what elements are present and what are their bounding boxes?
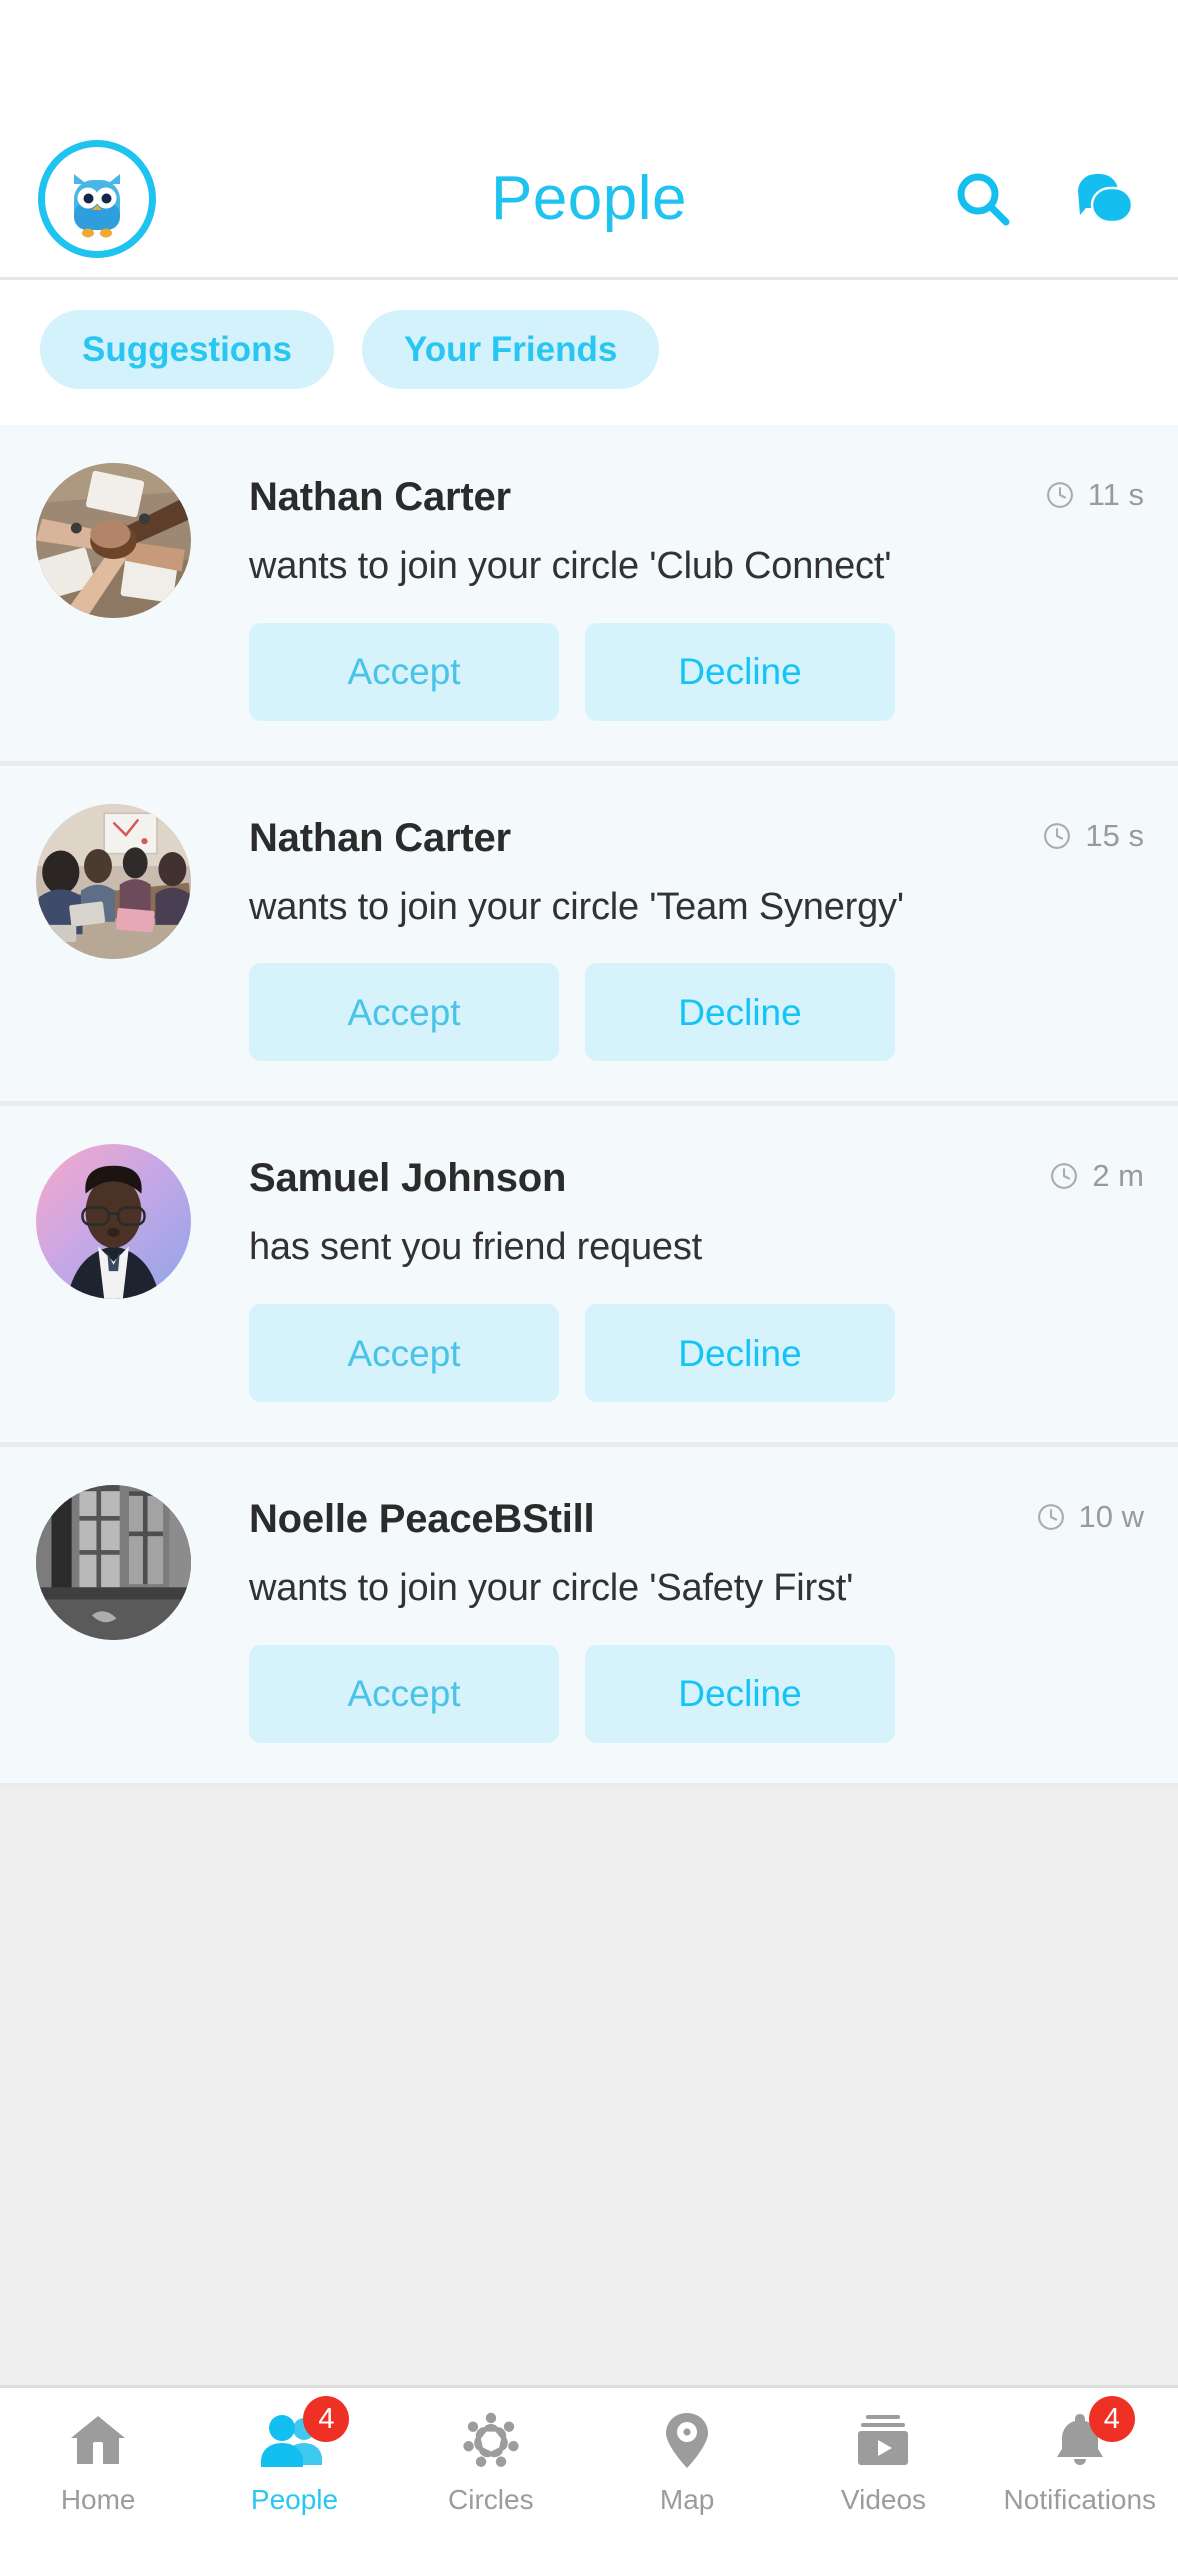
decline-button[interactable]: Decline — [585, 1304, 895, 1403]
app-header: People — [0, 120, 1178, 280]
avatar[interactable] — [36, 463, 191, 618]
nav-item-circles[interactable]: Circles — [393, 2410, 589, 2514]
decline-button[interactable]: Decline — [585, 963, 895, 1062]
requester-name: Samuel Johnson — [249, 1156, 567, 1201]
row-actions: Accept Decline — [249, 1644, 1142, 1743]
avatar[interactable] — [36, 1485, 191, 1641]
clock-icon — [1046, 482, 1073, 508]
accept-button[interactable]: Accept — [249, 963, 559, 1062]
accept-button[interactable]: Accept — [249, 1644, 559, 1743]
chat-bubbles-icon[interactable] — [1066, 162, 1140, 236]
accept-button[interactable]: Accept — [249, 622, 559, 721]
timestamp: 2 m — [1049, 1158, 1144, 1194]
requester-name: Nathan Carter — [249, 815, 511, 860]
row-content: Noelle PeaceBStill wants to join your ci… — [191, 1485, 1142, 1743]
row-actions: Accept Decline — [249, 1304, 1142, 1403]
filter-chips: Suggestions Your Friends — [0, 280, 1178, 425]
table-row[interactable]: Samuel Johnson has sent you friend reque… — [0, 1106, 1178, 1448]
videos-icon — [846, 2410, 920, 2472]
status-badge: 4 — [1088, 2396, 1135, 2442]
nav-item-home[interactable]: Home — [0, 2410, 196, 2514]
bell-icon: 4 — [1043, 2396, 1135, 2472]
nav-label: Videos — [840, 2484, 927, 2515]
clock-icon — [1037, 1504, 1064, 1530]
request-message: wants to join your circle 'Team Synergy' — [249, 885, 904, 928]
timestamp: 11 s — [1045, 477, 1144, 513]
search-icon[interactable] — [946, 162, 1020, 236]
clock-icon — [1044, 822, 1071, 849]
timestamp-text: 10 w — [1078, 1499, 1144, 1535]
nav-label: Circles — [448, 2484, 534, 2515]
chip-your-friends[interactable]: Your Friends — [362, 310, 660, 389]
accept-button[interactable]: Accept — [249, 1304, 559, 1403]
map-pin-icon — [650, 2410, 724, 2472]
request-message: wants to join your circle 'Safety First' — [249, 1567, 854, 1610]
status-badge: 4 — [303, 2396, 350, 2442]
nav-item-videos[interactable]: Videos — [785, 2410, 981, 2514]
decline-button[interactable]: Decline — [585, 1644, 895, 1743]
status-bar — [0, 0, 1178, 120]
nav-item-map[interactable]: Map — [589, 2410, 785, 2514]
chip-suggestions[interactable]: Suggestions — [40, 310, 335, 389]
home-icon — [61, 2410, 135, 2472]
empty-area — [0, 1787, 1178, 2385]
nav-label: Home — [60, 2484, 136, 2515]
row-actions: Accept Decline — [249, 622, 1142, 721]
table-row[interactable]: Nathan Carter wants to join your circle … — [0, 425, 1178, 766]
request-message: has sent you friend request — [249, 1226, 702, 1269]
nav-item-notifications[interactable]: 4 Notifications — [982, 2396, 1178, 2515]
nav-label: Map — [659, 2484, 715, 2515]
timestamp-text: 15 s — [1085, 817, 1144, 853]
nav-label: People — [250, 2484, 339, 2515]
avatar[interactable] — [36, 803, 191, 959]
requester-name: Noelle PeaceBStill — [249, 1497, 595, 1542]
header-actions — [946, 162, 1140, 236]
timestamp-text: 2 m — [1092, 1158, 1144, 1194]
requester-name: Nathan Carter — [249, 475, 511, 519]
row-actions: Accept Decline — [249, 963, 1142, 1062]
bottom-navigation: Home 4 People Circles Map Videos 4 Notif… — [0, 2385, 1178, 2560]
timestamp: 15 s — [1042, 818, 1144, 854]
request-message: wants to join your circle 'Club Connect' — [249, 545, 892, 587]
friend-request-list: Nathan Carter wants to join your circle … — [0, 425, 1178, 1788]
timestamp: 10 w — [1036, 1499, 1144, 1535]
row-content: Samuel Johnson has sent you friend reque… — [191, 1144, 1142, 1403]
decline-button[interactable]: Decline — [585, 622, 895, 721]
avatar[interactable] — [36, 1144, 191, 1300]
timestamp-text: 11 s — [1087, 477, 1144, 512]
owl-logo-icon[interactable] — [38, 139, 156, 258]
people-icon: 4 — [257, 2396, 350, 2472]
table-row[interactable]: Nathan Carter wants to join your circle … — [0, 765, 1178, 1107]
nav-item-people[interactable]: 4 People — [196, 2396, 392, 2515]
nav-label: Notifications — [1003, 2484, 1157, 2515]
row-content: Nathan Carter wants to join your circle … — [191, 804, 1142, 1062]
circles-icon — [454, 2410, 528, 2472]
clock-icon — [1051, 1163, 1078, 1190]
row-content: Nathan Carter wants to join your circle … — [191, 463, 1142, 721]
app-screen: People Suggestions Your Friends Nathan C… — [0, 0, 1178, 2560]
table-row[interactable]: Noelle PeaceBStill wants to join your ci… — [0, 1447, 1178, 1788]
